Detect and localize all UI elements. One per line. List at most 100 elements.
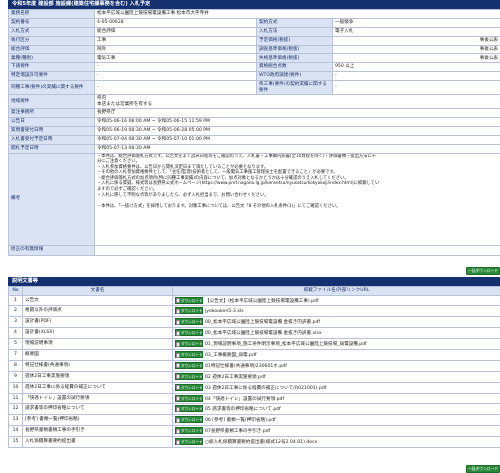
download-label: ダウンロード bbox=[181, 429, 203, 434]
table-row: 1 公告文 ダウンロード 【公告文】(松本平広域公園陸上競技場電設備工事).pdf bbox=[8, 294, 500, 307]
documents-table: No 文書名 掲載ファイル名/外部リンクURL 1 公告文 ダウンロード 【公告文】(… bbox=[8, 286, 500, 448]
score-label: 資格総合点数 bbox=[256, 62, 333, 73]
file-link[interactable]: 02 週休2日工事実施要領.pdf bbox=[205, 375, 265, 380]
bid-form-label: 入札方法 bbox=[256, 26, 333, 37]
download-label: ダウンロード bbox=[181, 342, 203, 347]
contract-method-label: 契約方式 bbox=[256, 17, 333, 28]
category-value: 電気工事 bbox=[94, 53, 257, 64]
file-cell: ダウンロード 07長野県書類工事の手引き.pdf bbox=[172, 425, 500, 438]
file-link[interactable]: 03_工事概要図_弱電.pdf bbox=[205, 353, 257, 358]
download-label: ダウンロード bbox=[181, 363, 203, 368]
contract-no-label: 契約番号 bbox=[8, 17, 95, 28]
bulk-download-button[interactable]: 一括ダウンロード bbox=[466, 267, 500, 275]
download-label: ダウンロード bbox=[181, 407, 203, 412]
download-button[interactable]: ダウンロード bbox=[175, 351, 203, 359]
table-row: 15 入札係積算書要約提出書 ダウンロード ○総入札係積算書要約提出書(様式12号2.… bbox=[8, 436, 500, 448]
file-icon bbox=[176, 352, 180, 358]
bid-info-table: 業務名称 松本平広域公園陸上競技場電設備工事 松本市大字寺井 契約番号 4-05… bbox=[8, 9, 500, 256]
row-number: 3 bbox=[8, 316, 23, 329]
download-button[interactable]: ダウンロード bbox=[175, 394, 203, 402]
file-link[interactable]: 00_松本平広域公園陸上競技場電設備 金抜き内訳書.xlsx bbox=[205, 331, 322, 336]
file-icon bbox=[176, 417, 180, 423]
table-row: 2 格闘以外の評価点 ダウンロード jyokouken5-3.xls bbox=[8, 305, 500, 318]
work-type-label: 執行区分 bbox=[8, 35, 95, 46]
download-label: ダウンロード bbox=[181, 396, 203, 401]
download-button[interactable]: ダウンロード bbox=[175, 340, 203, 348]
download-label: ダウンロード bbox=[181, 298, 203, 303]
download-button[interactable]: ダウンロード bbox=[175, 307, 203, 315]
document-name: 格闘以外の評価点 bbox=[22, 305, 173, 318]
file-link[interactable]: 06 [参考] 書類一覧(押印省略).pdf bbox=[205, 418, 276, 423]
download-button[interactable]: ダウンロード bbox=[175, 383, 203, 391]
row-number: 10 bbox=[8, 381, 23, 394]
file-cell: ダウンロード 01特記仕様書(共通事項)230601ホ.pdf bbox=[172, 359, 500, 372]
file-link[interactable]: 01特記仕様書(共通事項)230601ホ.pdf bbox=[205, 364, 287, 369]
row-number: 13 bbox=[8, 414, 23, 427]
download-button[interactable]: ダウンロード bbox=[175, 427, 203, 435]
record-label: 県工事(要件)の契約実績に関する要件 bbox=[256, 80, 333, 96]
sub-value: - bbox=[94, 62, 257, 73]
file-icon bbox=[176, 341, 180, 347]
min-price: 事後公表 bbox=[331, 53, 500, 64]
file-icon bbox=[176, 308, 180, 314]
row-number: 8 bbox=[8, 359, 23, 372]
file-link[interactable]: 05 請求書等の押印省略について.pdf bbox=[205, 407, 281, 412]
download-button[interactable]: ダウンロード bbox=[175, 361, 203, 369]
row-number: 9 bbox=[8, 370, 23, 383]
file-cell: ダウンロード ○総入札係積算書要約提出書(様式12号2.04.01).docx bbox=[172, 436, 500, 448]
table-row: 14 長野県書類書類工事の手引き ダウンロード 07長野県書類工事の手引き.pdf bbox=[8, 425, 500, 438]
jv-value: - bbox=[94, 80, 257, 96]
office-value: 長野県庁 bbox=[93, 108, 500, 119]
col-name: 文書名 bbox=[22, 286, 173, 296]
file-icon bbox=[176, 385, 180, 391]
file-link[interactable]: 07長野県書類工事の手引き.pdf bbox=[205, 429, 270, 434]
bulk-download-button-bottom[interactable]: 一括ダウンロード bbox=[466, 465, 500, 473]
download-button[interactable]: ダウンロード bbox=[175, 405, 203, 413]
download-button[interactable]: ダウンロード bbox=[175, 318, 203, 326]
file-cell: ダウンロード 03 週休2日工事に係る経費の補正について(R021001).pdf bbox=[172, 381, 500, 394]
row-number: 7 bbox=[8, 348, 23, 361]
file-icon bbox=[176, 439, 180, 445]
notes-label: 備考 bbox=[8, 152, 95, 246]
category-label: 業種(種別) bbox=[8, 53, 95, 64]
row-number: 15 bbox=[8, 436, 23, 448]
bid-method: 総合評価 bbox=[94, 26, 257, 37]
file-link[interactable]: ○総入札係積算書要約提出書(様式12号2.04.01).docx bbox=[205, 440, 317, 445]
work-type: 工事 bbox=[94, 35, 257, 46]
document-name: 特記仕様書(共通事項) bbox=[22, 359, 173, 372]
download-button[interactable]: ダウンロード bbox=[175, 296, 203, 304]
file-link[interactable]: 01_現場説明事項_施工条件明示事項_松本平広域公園陸上競技場_弱電設備.pdf bbox=[205, 342, 367, 347]
file-link[interactable]: jyokouken5-3.xls bbox=[205, 309, 244, 314]
table-row: 5 現場説明事項 ダウンロード 01_現場説明事項_施工条件明示事項_松本平広域公園陸… bbox=[8, 338, 500, 350]
opening-label: 開札予定日時 bbox=[8, 143, 95, 154]
download-button[interactable]: ダウンロード bbox=[175, 329, 203, 337]
question-value: 令和05-06-19 08:30 AM ~ 令和05-06-28 05:00 P… bbox=[93, 125, 500, 136]
file-cell: ダウンロード 01_現場説明事項_施工条件明示事項_松本平広域公園陸上競技場_弱電… bbox=[172, 338, 500, 350]
download-label: ダウンロード bbox=[181, 331, 203, 336]
download-label: ダウンロード bbox=[181, 374, 203, 379]
file-icon bbox=[176, 298, 180, 304]
file-icon bbox=[176, 363, 180, 369]
download-button[interactable]: ダウンロード bbox=[175, 438, 203, 446]
row-number: 1 bbox=[8, 294, 23, 307]
table-row: 12 請求書等の押印省略について ダウンロード 05 請求書等の押印省略について.pd… bbox=[8, 403, 500, 416]
file-icon bbox=[176, 396, 180, 402]
file-link[interactable]: 00_松本平広域公園陸上競技場電設備 金抜き内訳書.pdf bbox=[205, 320, 320, 325]
download-button[interactable]: ダウンロード bbox=[175, 416, 203, 424]
document-name: [参考] 書類一覧(押印省略) bbox=[22, 414, 173, 427]
file-link[interactable]: 04「快適トイレ」設置の試行要領.pdf bbox=[205, 397, 284, 402]
file-link[interactable]: 【公告文】(松本平広域公園陸上競技場電設備工事).pdf bbox=[205, 299, 319, 304]
file-cell: ダウンロード 02 週休2日工事実施要領.pdf bbox=[172, 370, 500, 383]
wto-value: - bbox=[331, 71, 500, 82]
document-name: 設計書(XLSX) bbox=[22, 327, 173, 340]
document-name: 「快適トイレ」設置の試行要領 bbox=[22, 392, 173, 405]
table-row: 8 特記仕様書(共通事項) ダウンロード 01特記仕様書(共通事項)230601ホ.p… bbox=[8, 359, 500, 372]
download-label: ダウンロード bbox=[181, 440, 203, 445]
col-file: 掲載ファイル名/外部リンクURL bbox=[172, 286, 500, 296]
section-header-documents: 説明文書等 bbox=[8, 277, 500, 286]
download-label: ダウンロード bbox=[181, 418, 203, 423]
download-button[interactable]: ダウンロード bbox=[175, 372, 203, 380]
file-link[interactable]: 03 週休2日工事に係る経費の補正について(R021001).pdf bbox=[205, 386, 326, 391]
survey-base-label: 調査基準価格(税抜) bbox=[256, 44, 333, 55]
row-number: 5 bbox=[8, 338, 23, 350]
